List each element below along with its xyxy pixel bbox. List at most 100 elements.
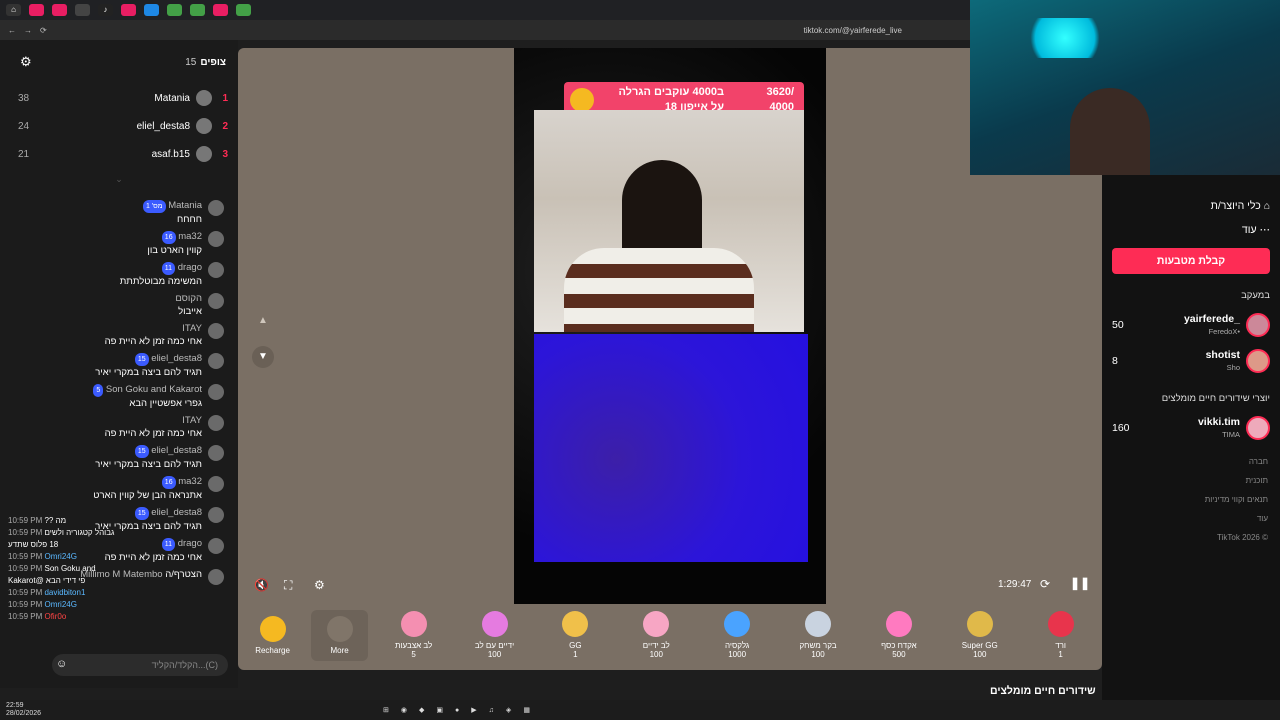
chat-list: מס' 1 Matania חחחח 16 ma32 קווין הארט בון …: [0, 197, 238, 621]
footer-link[interactable]: חברה: [1114, 452, 1268, 471]
chevron-down-icon[interactable]: ▼: [252, 346, 274, 368]
chat-message: ITAY אחי כמה זמן לא היית פה: [0, 320, 238, 350]
chat-message: ITAY אחי כמה זמן לא היית פה: [0, 412, 238, 442]
tab-icon[interactable]: [144, 4, 159, 16]
start-icon[interactable]: ⊞: [383, 706, 389, 714]
app-icon[interactable]: ◉: [401, 706, 407, 714]
avatar: [208, 538, 224, 554]
gift-icon: [400, 611, 427, 637]
chat-message: 15 eliel_desta8 תגיד להם ביצה במקרי יאיר: [0, 442, 238, 473]
chat-message: מס' 1 Matania חחחח: [0, 197, 238, 228]
tab-icon[interactable]: [29, 4, 44, 16]
chat-message: 16 ma32 אתנראה הבן של קווין הארט: [0, 473, 238, 504]
video-player[interactable]: ב4000 עוקבים הגרלה על אייפון 18 3620/ 40…: [514, 48, 826, 604]
overlay-line: 10:59 PM davidbiton1: [8, 588, 86, 597]
overlay-line: 10:59 PM Son Goku and Kakarot@ פי דידי ה…: [8, 564, 96, 585]
chat-message: 16 ma32 קווין הארט בון: [0, 228, 238, 259]
viewers-label: צופים: [200, 56, 226, 68]
avatar: [208, 262, 224, 278]
app-icon[interactable]: ●: [455, 707, 459, 714]
avatar: [208, 415, 224, 431]
overlay-line: 10:59 PM ?? מה: [8, 516, 67, 525]
viewer-count: 15: [185, 56, 197, 68]
tab-icon[interactable]: [236, 4, 251, 16]
tab-icon[interactable]: [213, 4, 228, 16]
following-item[interactable]: 8 shotist Sho: [1102, 343, 1280, 379]
tab-icon[interactable]: ♪: [98, 4, 113, 16]
gift-item[interactable]: GG 1: [540, 611, 611, 659]
recommended-item[interactable]: 160 vikki.tim TIMA: [1102, 410, 1280, 446]
chat-message: הקוסם אייבול: [0, 290, 238, 320]
gift-bar: Recharge More לב אצבעות 5 ידיים עם לב 100 …: [244, 604, 1096, 666]
forward-icon[interactable]: →: [24, 26, 32, 35]
viewer-row[interactable]: 38 Matania 1: [0, 84, 238, 112]
viewer-row[interactable]: 21 asaf.b15 3: [0, 140, 238, 168]
get-coins-button[interactable]: קבלת מטבעות: [1112, 248, 1270, 274]
sidebar-item-creator-tools[interactable]: כלי היוצר/ת ⌂: [1102, 194, 1280, 218]
gift-item[interactable]: אקדח כסף 500: [863, 611, 934, 659]
gift-icon: [885, 611, 912, 637]
tab-icon[interactable]: [121, 4, 136, 16]
tab-icon[interactable]: [190, 4, 205, 16]
tab-icon[interactable]: [75, 4, 90, 16]
avatar: [208, 293, 224, 309]
copyright: TikTok 2026 ©: [1217, 533, 1268, 542]
coin-icon: [259, 615, 286, 642]
footer-link[interactable]: תנאים וקווי מדיניות: [1114, 490, 1268, 509]
fullscreen-icon[interactable]: ⛶: [284, 578, 292, 593]
gift-item[interactable]: גלקסיה 1000: [702, 611, 773, 659]
refresh-icon[interactable]: ⟳: [1040, 577, 1050, 591]
footer-link[interactable]: תוכנית: [1114, 471, 1268, 490]
viewer-row[interactable]: 24 eliel_desta8 2: [0, 112, 238, 140]
gift-item[interactable]: ורד 1: [1025, 611, 1096, 659]
gift-item[interactable]: Super GG 100: [944, 611, 1015, 659]
volume-icon[interactable]: 🔇: [254, 578, 269, 592]
app-icon[interactable]: ◆: [419, 706, 424, 714]
avatar: [208, 476, 224, 492]
following-item[interactable]: 50 yairferede_ FeredoX•: [1102, 307, 1280, 343]
app-icon[interactable]: ♫: [489, 707, 494, 714]
viewers-header: ⚙ 15 צופים: [0, 40, 238, 84]
recommended-bottom-title: שידורים חיים מומלצים: [990, 685, 1096, 697]
recharge-button[interactable]: Recharge: [244, 615, 301, 655]
gift-item[interactable]: ידיים עם לב 100: [459, 611, 530, 659]
footer-links: חברה תוכנית תנאים וקווי מדיניות עוד TikT…: [1102, 446, 1280, 553]
back-icon[interactable]: ←: [8, 26, 16, 35]
webcam-person: [1070, 88, 1150, 175]
avatar: [1246, 416, 1270, 440]
avatar: [196, 146, 212, 162]
gift-item[interactable]: לב ידיים 100: [621, 611, 692, 659]
emoji-icon[interactable]: ☺: [56, 658, 67, 670]
gift-icon: [1047, 611, 1074, 637]
gift-icon: [805, 611, 831, 637]
webcam-overlay: [970, 0, 1280, 175]
address-bar[interactable]: tiktok.com/@yairferede_live: [804, 26, 902, 35]
gift-item[interactable]: לב אצבעות 5: [378, 611, 449, 659]
reload-icon[interactable]: ⟳: [40, 26, 47, 35]
gift-item[interactable]: בקר משחק 100: [783, 611, 854, 659]
avatar: [196, 90, 212, 106]
home-icon: ⌂: [1263, 200, 1270, 212]
app-icon[interactable]: ▶: [471, 706, 476, 714]
app-icon[interactable]: ▣: [436, 706, 443, 714]
app-icon[interactable]: ▦: [523, 706, 530, 714]
chat-message: 5 Son Goku and Kakarot גפרי אפשטיין הבא: [0, 381, 238, 412]
following-label: במעקב: [1241, 290, 1270, 301]
avatar: [208, 231, 224, 247]
pause-icon[interactable]: ❚❚: [1070, 576, 1090, 590]
more-gifts-button[interactable]: More: [311, 609, 369, 661]
chevron-up-icon[interactable]: ▲: [252, 310, 274, 332]
chat-input[interactable]: הקלד/הקליד...(C): [52, 654, 228, 676]
overlay-line: 10:59 PM Omri24G: [8, 552, 77, 561]
tab-icon[interactable]: [52, 4, 67, 16]
clock: 22:59 28/02/2026: [6, 702, 42, 717]
tab-icon[interactable]: [167, 4, 182, 16]
chevron-down-icon[interactable]: ⌄: [0, 174, 238, 185]
gift-icon: [966, 611, 993, 637]
settings-icon[interactable]: ⚙: [20, 54, 32, 70]
settings-icon[interactable]: ⚙: [314, 578, 325, 592]
app-icon[interactable]: ◈: [506, 706, 511, 714]
footer-link[interactable]: עוד: [1114, 509, 1268, 528]
tab-icon[interactable]: ⌂: [6, 4, 21, 16]
sidebar-item-more[interactable]: עוד ⋯: [1102, 218, 1280, 242]
